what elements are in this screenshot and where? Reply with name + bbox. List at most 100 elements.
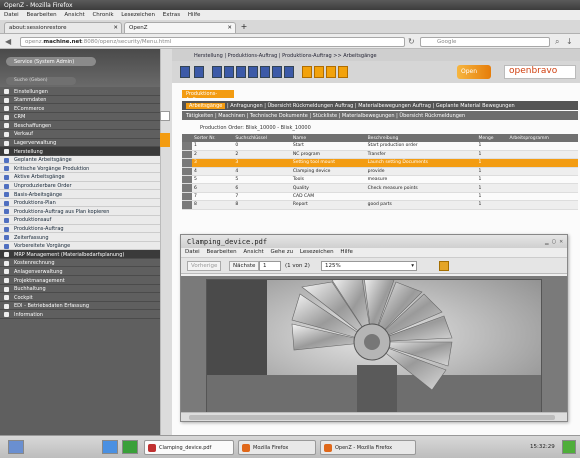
sidebar-item[interactable]: Lagerverwaltung <box>0 138 160 148</box>
pdf-canvas[interactable] <box>181 276 567 412</box>
table-row[interactable]: 5 5 Tools measure 1 <box>182 175 578 185</box>
table-row[interactable]: 1 0 Start Start production order 1 <box>182 142 578 151</box>
task-openz[interactable]: OpenZ - Mozilla Firefox <box>320 440 416 455</box>
column-header[interactable]: Menge <box>476 134 508 142</box>
task-firefox[interactable]: Mozilla Firefox <box>238 440 316 455</box>
user-button[interactable]: Service (System Admin) <box>6 57 96 66</box>
breadcrumb-text[interactable]: Herstellung | Produktions-Auftrag | Prod… <box>194 53 377 59</box>
sidebar-item[interactable]: Produktions-Auftrag <box>0 224 160 234</box>
sidebar-collapse-bar[interactable] <box>160 49 172 435</box>
show-desktop-icon[interactable] <box>102 440 118 454</box>
menu-bookmarks[interactable]: Lesezeichen <box>121 12 155 18</box>
task-pdf[interactable]: Clamping_device.pdf <box>144 440 234 455</box>
sidebar-item[interactable]: ECommerce <box>0 104 160 113</box>
subtabs-level2-text[interactable]: Tätigkeiten | Maschinen | Technische Dok… <box>186 113 465 119</box>
sidebar-item[interactable]: EDI - Betriebsdaten Erfassung <box>0 301 160 311</box>
pdf-menu-edit[interactable]: Bearbeiten <box>206 249 236 255</box>
sidebar-item[interactable]: Produktions-Plan <box>0 198 160 208</box>
search-input[interactable]: Google <box>420 37 550 47</box>
subtabs-level1-rest[interactable]: | Anfragungen | Übersicht Rückmeldungen … <box>227 103 515 109</box>
section-tab-production-order[interactable]: Produktions-Auftrag <box>182 90 234 103</box>
table-row[interactable]: 2 2 NC program Transfer 1 <box>182 150 578 160</box>
first-record-icon[interactable] <box>302 66 312 78</box>
sidebar-item[interactable]: Projektmanagement <box>0 276 160 285</box>
column-header[interactable]: Sorter Nr. <box>192 134 234 142</box>
save-icon[interactable] <box>212 66 222 78</box>
back-icon[interactable]: ◀ <box>5 37 11 46</box>
menu-view[interactable]: Ansicht <box>64 12 84 18</box>
menu-tools[interactable]: Extras <box>163 12 180 18</box>
sidebar-item[interactable]: Verkauf <box>0 129 160 139</box>
sidebar-item[interactable]: Vorbereitete Vorgänge <box>0 241 160 251</box>
search-records-icon[interactable] <box>260 66 270 78</box>
sidebar-item[interactable]: Kostenrechnung <box>0 258 160 268</box>
sidebar-item[interactable]: Beschaffungen <box>0 121 160 130</box>
pdf-menu-help[interactable]: Hilfe <box>340 249 353 255</box>
attach-icon[interactable] <box>248 66 258 78</box>
pdf-next-button[interactable]: Nächste <box>229 261 260 271</box>
pdf-zoom-select[interactable]: 125% ▾ <box>321 261 417 271</box>
tab-openz[interactable]: OpenZ ✕ <box>124 22 236 33</box>
export-icon[interactable] <box>272 66 282 78</box>
launcher-icon[interactable] <box>122 440 138 454</box>
sidebar-item[interactable]: Produktionsauf <box>0 215 160 225</box>
url-bar[interactable]: openz.machine.net:8080/openz/security/Me… <box>20 37 405 47</box>
sidebar-item[interactable]: Information <box>0 310 160 320</box>
table-row[interactable]: 4 4 Clamping device provide 1 <box>182 167 578 177</box>
table-row[interactable]: 8 8 Report good parts 1 <box>182 200 578 210</box>
column-header[interactable] <box>182 134 192 142</box>
column-header[interactable]: Beschreibung <box>365 134 470 142</box>
new-tab-icon[interactable]: + <box>238 22 250 33</box>
table-row[interactable]: 6 6 Quality Check measure points 1 <box>182 183 578 193</box>
tab-arbeitsgaenge[interactable]: Arbeitsgänge <box>186 102 226 109</box>
previous-record-icon[interactable] <box>314 66 324 78</box>
sidebar-item[interactable]: Anlagenverwaltung <box>0 267 160 277</box>
sidebar-item[interactable]: Stammdaten <box>0 95 160 105</box>
sidebar-item[interactable]: Unproduzierbare Order <box>0 181 160 191</box>
undo-icon[interactable] <box>224 66 234 78</box>
refresh-icon[interactable] <box>284 66 294 78</box>
window-controls-icon[interactable]: ▁ ▢ ✕ <box>545 238 563 245</box>
new-record-icon[interactable] <box>180 66 190 78</box>
column-header[interactable]: Suchschlüssel <box>233 134 291 142</box>
pdf-menu-bookmarks[interactable]: Lesezeichen <box>300 249 334 255</box>
sidebar-item[interactable]: Einstellungen <box>0 87 160 96</box>
pdf-menu-file[interactable]: Datei <box>185 249 200 255</box>
last-record-icon[interactable] <box>338 66 348 78</box>
close-icon[interactable]: ✕ <box>113 25 118 31</box>
scrollbar-thumb[interactable] <box>189 415 555 420</box>
column-header[interactable]: Name <box>290 134 366 142</box>
table-row[interactable]: 7 7 CAD CAM 1 <box>182 192 578 202</box>
sidebar-item[interactable]: Basis-Arbeitsgänge <box>0 190 160 199</box>
pdf-titlebar[interactable]: Clamping_device.pdf ▁ ▢ ✕ <box>181 235 567 248</box>
next-record-icon[interactable] <box>326 66 336 78</box>
table-row[interactable]: 3 3 Setting tool mount Launch setting Docum… <box>182 158 578 168</box>
close-icon[interactable]: ✕ <box>227 25 232 31</box>
tab-marker[interactable] <box>160 133 170 147</box>
sidebar-item[interactable]: Herstellung <box>0 147 160 156</box>
sidebar-item[interactable]: Aktive Arbeitsgänge <box>0 172 160 182</box>
start-menu-icon[interactable] <box>8 440 24 454</box>
sidebar-item[interactable]: MRP Management (Materialbedarfsplanung) <box>0 250 160 259</box>
print-icon[interactable] <box>236 66 246 78</box>
search-icon[interactable]: ⌕ <box>555 37 559 47</box>
reload-icon[interactable]: ↻ <box>408 37 415 46</box>
tab-session-restore[interactable]: about:sessionrestore ✕ <box>4 22 122 33</box>
tray-icon[interactable] <box>562 440 576 454</box>
column-header[interactable]: Arbeitsprogramm <box>507 134 578 142</box>
pdf-horizontal-scrollbar[interactable] <box>181 412 567 421</box>
sidebar-item[interactable]: Buchhaltung <box>0 284 160 294</box>
pdf-menu-goto[interactable]: Gehe zu <box>270 249 293 255</box>
menu-help[interactable]: Hilfe <box>188 12 201 18</box>
sidebar-item[interactable]: CRM <box>0 112 160 122</box>
sidebar-item[interactable]: Cockpit <box>0 293 160 302</box>
pdf-menu-view[interactable]: Ansicht <box>243 249 263 255</box>
sidebar-search-input[interactable]: Suche (Geben) <box>6 77 76 85</box>
download-icon[interactable]: ↓ <box>566 37 573 46</box>
folder-icon[interactable] <box>439 261 449 271</box>
sidebar-item[interactable]: Zeiterfassung <box>0 233 160 242</box>
sidebar-item[interactable]: Produktions-Auftrag aus Plan kopieren <box>0 207 160 216</box>
window-toggle-icon[interactable] <box>160 111 170 121</box>
pdf-prev-button[interactable]: Vorherige <box>187 261 222 271</box>
pdf-page-input[interactable]: 1 <box>259 261 281 271</box>
